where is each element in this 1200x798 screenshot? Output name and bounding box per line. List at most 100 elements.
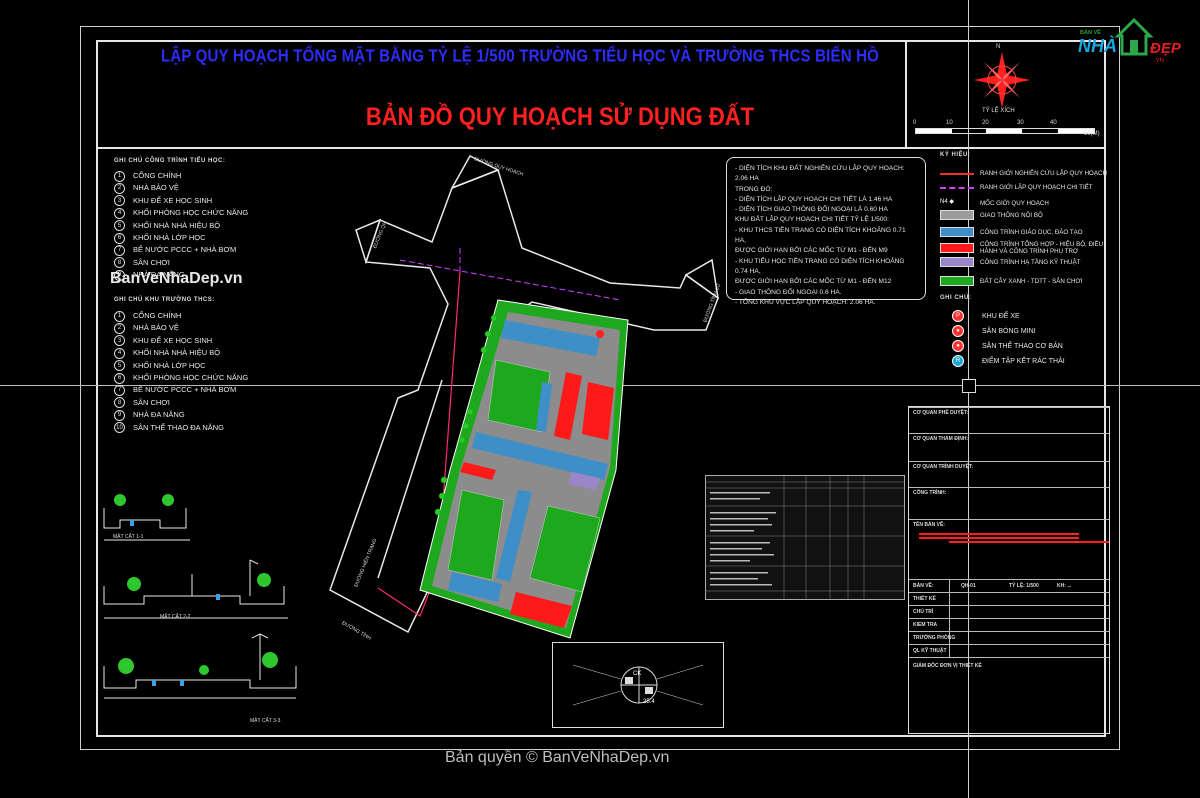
title-block-cell: BẢN VẼ:	[913, 583, 934, 589]
land-use-table	[705, 475, 905, 600]
legend-number-badge: 3	[114, 335, 125, 347]
title-block-label: CƠ QUAN PHÊ DUYỆT:	[913, 410, 969, 416]
title-block-divider	[909, 407, 1109, 408]
legend-number-badge: 4	[114, 347, 125, 359]
note-line: - TỔNG KHU VỰC LẬP QUY HOẠCH: 2.06 HA.	[735, 298, 876, 306]
title-block-vdivider	[949, 579, 950, 657]
symbol-legend-item: GIAO THÔNG NỘI BỘ	[940, 210, 1043, 220]
legend-item: 8 SÂN CHƠI	[114, 397, 248, 409]
symbol-legend-item: CÔNG TRÌNH HẠ TẦNG KỸ THUẬT	[940, 257, 1080, 267]
legend-item: 5 KHỐI NHÀ LỚP HỌC	[114, 360, 248, 372]
legend-number-badge: 6	[114, 232, 125, 244]
legend-swatch	[940, 186, 974, 189]
title-block-cell: THIẾT KẾ	[913, 596, 936, 602]
legend-swatch	[940, 210, 974, 220]
legend-item-label: SÂN CHƠI	[133, 397, 170, 407]
plot-index-key: CK 25.4	[552, 642, 724, 728]
notes-legend-heading: GHI CHÚ:	[940, 295, 972, 301]
legend-swatch	[940, 227, 974, 237]
legend-number-badge: 6	[114, 372, 125, 384]
symbol-legend-label: CÔNG TRÌNH HẠ TẦNG KỸ THUẬT	[980, 258, 1081, 266]
legend-item-label: NHÀ BẢO VỆ	[133, 183, 179, 193]
title-block-divider	[909, 631, 1109, 632]
legend-number-badge: 2	[114, 183, 125, 195]
map-symbol-icon: ●	[952, 340, 964, 352]
legend-primary-heading: GHI CHÚ CÔNG TRÌNH TIỂU HỌC:	[114, 158, 226, 164]
notes-legend-item: R ĐIỂM TẬP KẾT RÁC THẢI	[940, 355, 1065, 367]
legend-item: 2 NHÀ BẢO VỆ	[114, 322, 248, 335]
note-line: - DIỆN TÍCH KHU ĐẤT NGHIÊN CỨU LẬP QUY H…	[735, 165, 905, 183]
legend-secondary-list: 1 CỔNG CHÍNH 2 NHÀ BẢO VỆ 3 KHU ĐỂ XE HỌC SIN…	[114, 310, 248, 434]
legend-number-badge: 7	[114, 385, 125, 397]
symbol-legend-item: RANH GIỚI LẬP QUY HOẠCH CHI TIẾT	[940, 184, 1093, 191]
legend-item: 10 SÂN THỂ THAO ĐA NĂNG	[114, 422, 248, 434]
notes-legend-item: ● SÂN BÓNG MINI	[940, 325, 1036, 337]
scale-tick: 10	[946, 120, 953, 126]
symbol-legend-label: RANH GIỚI NGHIÊN CỨU LẬP QUY HOẠCH	[980, 170, 1107, 177]
symbol-legend-heading: KÝ HIỆU:	[940, 152, 971, 158]
legend-number-badge: 2	[114, 323, 125, 335]
legend-item-label: KHỐI NHÀ LỚP HỌC	[133, 360, 206, 370]
house-icon	[1114, 17, 1154, 56]
legend-number-badge: 4	[114, 207, 125, 219]
compass-rose-icon	[974, 52, 1030, 108]
title-block-divider	[909, 487, 1109, 488]
watermark-overlay: BanVeNhaDep.vn	[110, 270, 243, 287]
title-block-label: CÔNG TRÌNH:	[913, 490, 947, 496]
legend-number-badge: 3	[114, 195, 125, 207]
symbol-legend-item: RANH GIỚI NGHIÊN CỨU LẬP QUY HOẠCH	[940, 170, 1107, 177]
compass-north-label: N	[996, 44, 1001, 50]
title-block-label: CƠ QUAN THẨM ĐỊNH:	[913, 436, 969, 442]
scale-label: TỶ LỆ XÍCH	[982, 108, 1015, 114]
legend-swatch	[940, 257, 974, 267]
title-block-label: TÊN BẢN VẼ:	[913, 522, 945, 528]
symbol-legend-item: N4 ◆ MỐC GIỚI QUY HOẠCH	[940, 198, 1049, 208]
legend-item-label: SÂN CHƠI	[133, 257, 170, 267]
symbol-legend-label: ĐẤT CÂY XANH - TDTT - SÂN CHƠI	[980, 277, 1083, 285]
note-line: - DIỆN TÍCH GIAO THÔNG ĐỐI NGOẠI LÀ 0.60…	[735, 206, 888, 214]
symbol-legend-label: GIAO THÔNG NỘI BỘ	[980, 211, 1043, 219]
legend-number-badge: 9	[114, 409, 125, 421]
legend-item-label: SÂN THỂ THAO ĐA NĂNG	[133, 422, 224, 432]
symbol-legend-label: MỐC GIỚI QUY HOẠCH	[980, 199, 1049, 207]
road-cross-sections	[103, 494, 297, 699]
legend-item: 5 KHỐI NHÀ NHÀ HIỆU BỘ	[114, 220, 248, 232]
legend-item: 6 KHỐI PHÒNG HỌC CHỨC NĂNG	[114, 372, 248, 384]
note-line: - KHU THCS TIỀN TRANG CÓ DIỆN TÍCH KHOẢN…	[735, 226, 906, 245]
legend-swatch	[940, 172, 974, 175]
legend-number-badge: 7	[114, 245, 125, 257]
legend-item: 4 KHỐI NHÀ NHÀ HIỆU BỘ	[114, 347, 248, 359]
symbol-legend-label: RANH GIỚI LẬP QUY HOẠCH CHI TIẾT	[980, 184, 1093, 191]
title-block-label: CƠ QUAN TRÌNH DUYỆT:	[913, 464, 974, 470]
legend-item: 7 BỂ NƯỚC PCCC + NHÀ BƠM	[114, 384, 248, 397]
note-line: KHU ĐẤT LẬP QUY HOẠCH CHI TIẾT TỶ LỆ 1/5…	[735, 216, 889, 224]
plot-key-value: 25.4	[643, 699, 655, 705]
note-line: - GIAO THÔNG ĐỐI NGOẠI 0.6 HA.	[735, 288, 842, 296]
legend-item: 9 NHÀ ĐA NĂNG	[114, 409, 248, 421]
logo-dep-text: ĐẸP	[1150, 40, 1181, 57]
title-block-cell: QH-01	[961, 583, 976, 589]
title-block: CƠ QUAN PHÊ DUYỆT: CƠ QUAN THẨM ĐỊNH: CƠ Q…	[908, 406, 1110, 734]
scale-tick: 40	[1050, 120, 1057, 126]
legend-secondary-heading: GHI CHÚ KHU TRƯỜNG THCS:	[114, 297, 215, 303]
legend-item: 6 KHỐI NHÀ LỚP HỌC	[114, 232, 248, 244]
symbol-legend-label: CÔNG TRÌNH GIÁO DỤC, ĐÀO TẠO	[980, 228, 1083, 236]
legend-item: 3 KHU ĐỂ XE HỌC SINH	[114, 195, 248, 207]
legend-item: 7 BỂ NƯỚC PCCC + NHÀ BƠM	[114, 244, 248, 257]
scale-tick: 20	[982, 120, 989, 126]
section-label: MẶT CẮT 1-1	[113, 534, 144, 540]
legend-swatch	[940, 243, 974, 253]
logo-domain-text: .VN	[1154, 58, 1165, 64]
map-symbol-icon: P	[952, 310, 964, 322]
notes-legend-item: ● SÂN THỂ THAO CƠ BẢN	[940, 340, 1063, 352]
title-block-cell: QL KỸ THUẬT	[913, 648, 947, 654]
title-block-cell: KIỂM TRA	[913, 622, 938, 628]
map-subtitle: BẢN ĐỒ QUY HOẠCH SỬ DỤNG ĐẤT	[365, 102, 755, 131]
legend-item: 2 NHÀ BẢO VỆ	[114, 182, 248, 195]
section-label: MẶT CẮT 2-2	[160, 614, 191, 620]
legend-item: 3 KHU ĐỂ XE HỌC SINH	[114, 335, 248, 347]
legend-number-badge: 1	[114, 310, 125, 322]
title-block-divider	[909, 657, 1109, 658]
notes-legend-label: SÂN BÓNG MINI	[982, 327, 1036, 335]
map-symbol-icon: R	[952, 355, 964, 367]
